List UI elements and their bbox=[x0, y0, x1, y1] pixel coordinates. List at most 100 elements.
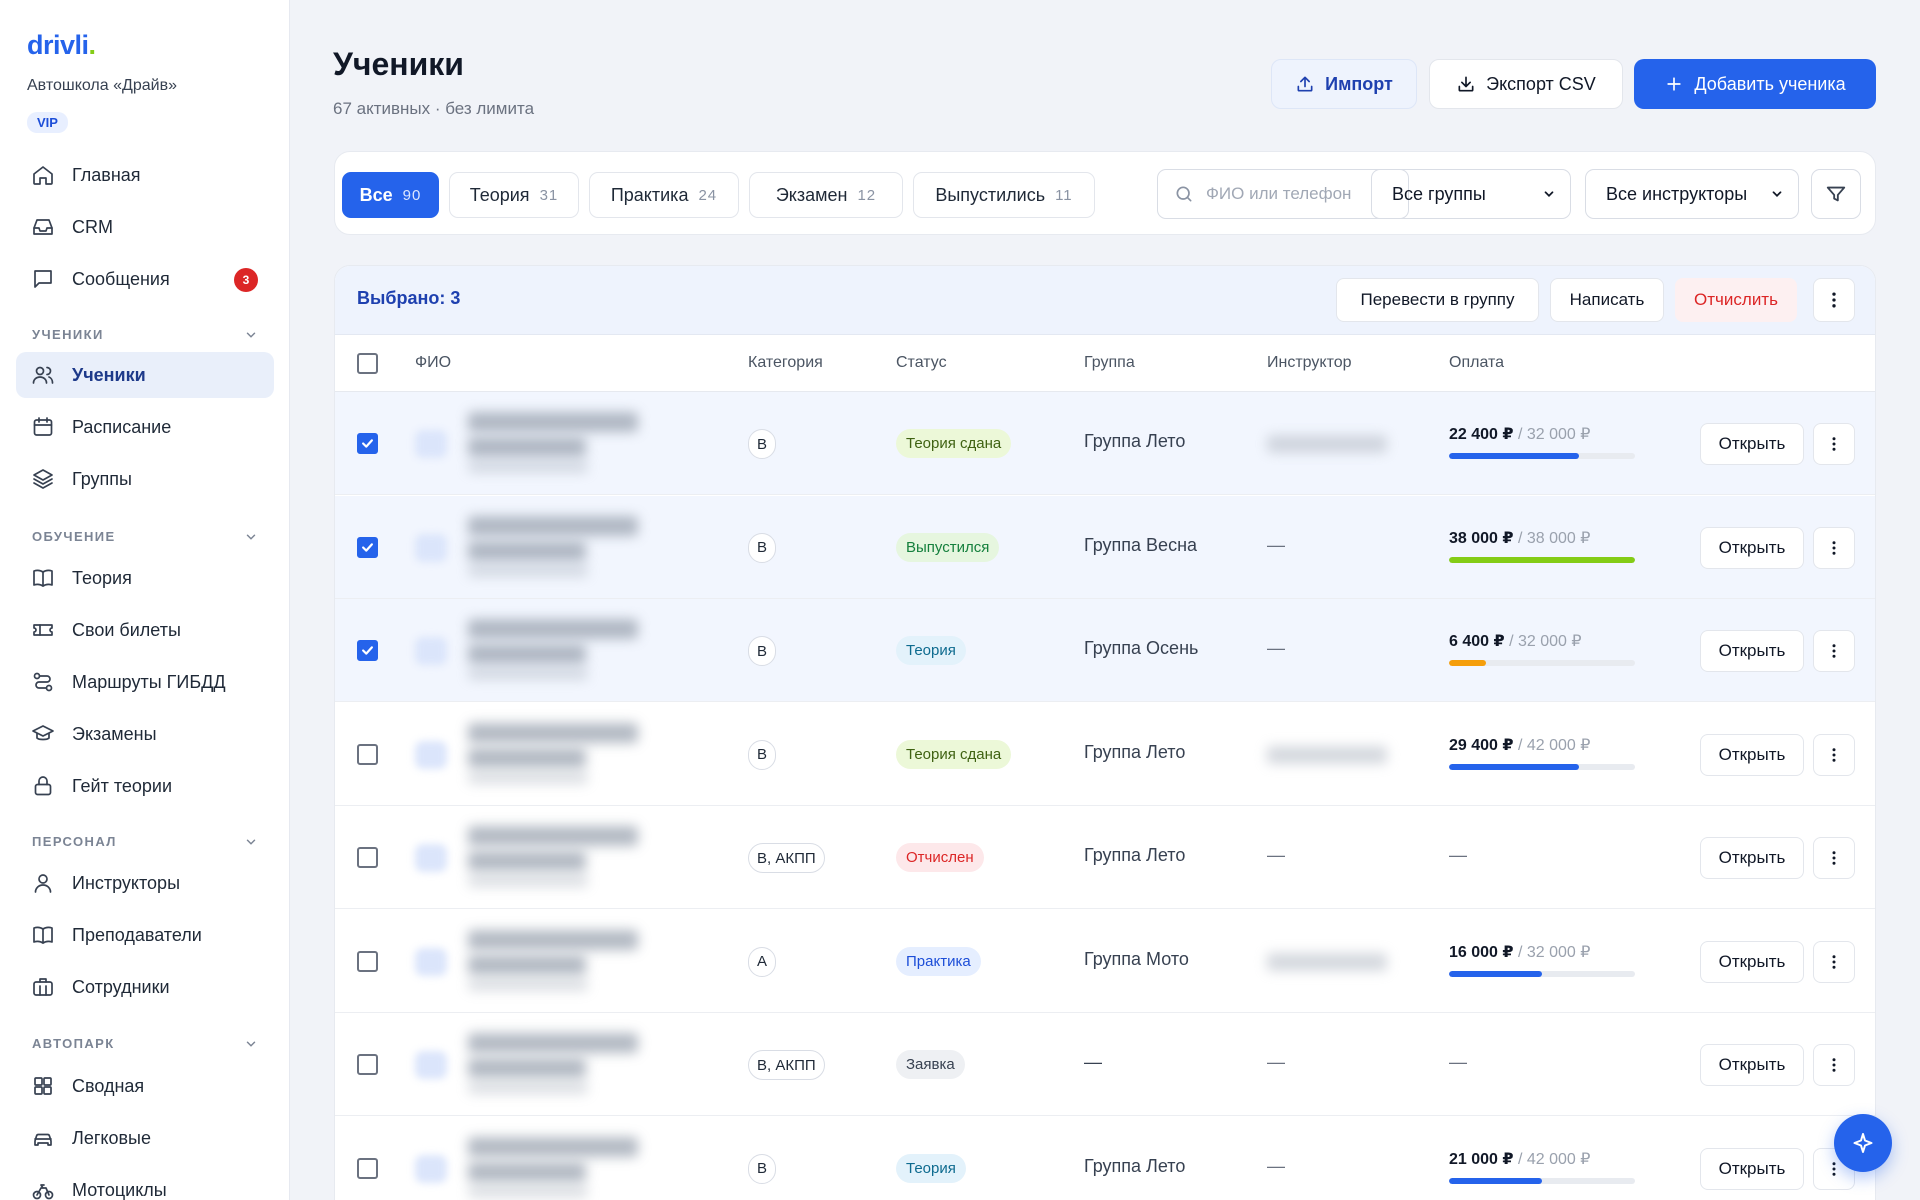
chip-count: 24 bbox=[698, 186, 718, 204]
sidebar-item[interactable]: Свои билеты bbox=[16, 607, 274, 653]
filter-chip[interactable]: Экзамен 12 bbox=[749, 172, 903, 218]
sidebar-item-label: Главная bbox=[72, 164, 141, 185]
table-row[interactable]: B Выпустился Группа Весна — 38 000 ₽ / 38 00… bbox=[335, 495, 1875, 599]
group-select[interactable]: Все группы bbox=[1371, 169, 1571, 219]
column-group[interactable]: Группа bbox=[1084, 354, 1135, 372]
instructor-name-redacted bbox=[1267, 745, 1387, 764]
row-checkbox[interactable] bbox=[357, 1054, 378, 1075]
sidebar-section-header[interactable]: АВТОПАРК bbox=[32, 1036, 258, 1051]
open-student-button[interactable]: Открыть bbox=[1700, 940, 1804, 983]
import-button[interactable]: Импорт bbox=[1271, 59, 1417, 109]
group-name: Группа Осень bbox=[1084, 638, 1199, 658]
category-badge: B bbox=[748, 532, 777, 563]
table-row[interactable]: A Практика Группа Мото 16 000 ₽ / 32 000 ₽ О… bbox=[335, 910, 1875, 1013]
column-status[interactable]: Статус bbox=[896, 354, 947, 372]
open-student-button[interactable]: Открыть bbox=[1700, 1147, 1804, 1190]
sidebar-item[interactable]: Экзамены bbox=[16, 711, 274, 757]
row-checkbox[interactable] bbox=[357, 950, 378, 972]
expel-button[interactable]: Отчислить bbox=[1675, 278, 1797, 322]
filter-chip[interactable]: Практика 24 bbox=[589, 172, 739, 218]
row-more-button[interactable] bbox=[1813, 1044, 1855, 1086]
row-more-button[interactable] bbox=[1813, 423, 1855, 465]
row-more-button[interactable] bbox=[1813, 630, 1855, 672]
write-message-button[interactable]: Написать bbox=[1550, 278, 1664, 322]
add-student-button[interactable]: Добавить ученика bbox=[1634, 59, 1876, 109]
filter-chip[interactable]: Теория 31 bbox=[449, 172, 579, 218]
selection-bar: Выбрано: 3 Перевести в группу Написать О… bbox=[335, 266, 1875, 335]
sidebar-item[interactable]: Расписание bbox=[16, 404, 274, 450]
assistant-fab-button[interactable] bbox=[1834, 1114, 1892, 1172]
instructor-select[interactable]: Все инструкторы bbox=[1585, 169, 1799, 219]
open-student-button[interactable]: Открыть bbox=[1700, 837, 1804, 879]
open-student-button[interactable]: Открыть bbox=[1700, 1044, 1804, 1086]
column-category[interactable]: Категория bbox=[748, 354, 823, 372]
select-all-checkbox[interactable] bbox=[357, 353, 378, 374]
row-checkbox[interactable] bbox=[357, 1157, 378, 1179]
sidebar-item[interactable]: Преподаватели bbox=[16, 912, 274, 958]
column-instructor[interactable]: Инструктор bbox=[1267, 354, 1352, 372]
users-icon bbox=[32, 366, 54, 384]
row-more-button[interactable] bbox=[1813, 940, 1855, 983]
filter-chip[interactable]: Все 90 bbox=[342, 172, 439, 218]
table-row[interactable]: B Теория Группа Лето — 21 000 ₽ / 42 000 ₽ От… bbox=[335, 1117, 1875, 1200]
student-name-redacted bbox=[468, 1136, 638, 1157]
row-checkbox[interactable] bbox=[357, 536, 378, 558]
sidebar-item[interactable]: Легковые bbox=[16, 1115, 274, 1161]
advanced-filter-button[interactable] bbox=[1811, 169, 1861, 219]
sidebar-section-header[interactable]: ОБУЧЕНИЕ bbox=[32, 529, 258, 544]
table-row[interactable]: B Теория сдана Группа Лето 29 400 ₽ / 42 00… bbox=[335, 703, 1875, 806]
sidebar-item[interactable]: Ученики bbox=[16, 352, 274, 398]
status-badge: Теория bbox=[896, 636, 966, 665]
row-checkbox[interactable] bbox=[357, 433, 378, 454]
unread-badge: 3 bbox=[234, 268, 258, 292]
row-more-button[interactable] bbox=[1813, 526, 1855, 569]
payment-amount: 6 400 ₽ / 32 000 ₽ bbox=[1449, 633, 1582, 650]
row-checkbox[interactable] bbox=[357, 743, 378, 765]
sidebar-item-label: Мотоциклы bbox=[72, 1179, 167, 1200]
payment-progress-fill bbox=[1449, 1177, 1542, 1184]
sidebar-item[interactable]: Гейт теории bbox=[16, 763, 274, 809]
open-student-button[interactable]: Открыть bbox=[1700, 733, 1804, 776]
selection-more-button[interactable] bbox=[1813, 278, 1855, 322]
sidebar-item[interactable]: Группы bbox=[16, 456, 274, 502]
column-payment[interactable]: Оплата bbox=[1449, 354, 1504, 372]
sidebar-item-label: CRM bbox=[72, 216, 113, 237]
table-row[interactable]: B, АКПП Заявка — — — Открыть bbox=[335, 1013, 1875, 1116]
sidebar-section-header[interactable]: ПЕРСОНАЛ bbox=[32, 834, 258, 849]
move-to-group-button[interactable]: Перевести в группу bbox=[1336, 278, 1539, 322]
sidebar-item[interactable]: Мотоциклы bbox=[16, 1167, 274, 1200]
open-student-button[interactable]: Открыть bbox=[1700, 526, 1804, 569]
instructor-name: — bbox=[1267, 638, 1285, 658]
table-row[interactable]: B Теория Группа Осень — 6 400 ₽ / 32 000 ₽ От… bbox=[335, 599, 1875, 702]
filter-chip[interactable]: Выпустились 11 bbox=[913, 172, 1095, 218]
section-title: ПЕРСОНАЛ bbox=[32, 834, 117, 849]
sidebar-item-inbox[interactable]: CRM bbox=[16, 204, 274, 250]
column-name[interactable]: ФИО bbox=[415, 354, 451, 372]
checkmark-icon bbox=[362, 646, 373, 655]
page-subtitle: 67 активных · без лимита bbox=[333, 99, 535, 118]
chip-label: Экзамен bbox=[775, 184, 848, 205]
export-csv-button[interactable]: Экспорт CSV bbox=[1429, 59, 1623, 109]
sidebar-item-home[interactable]: Главная bbox=[16, 152, 274, 198]
row-more-button[interactable] bbox=[1813, 733, 1855, 776]
sidebar-item[interactable]: Инструкторы bbox=[16, 860, 274, 906]
sidebar-section-header[interactable]: УЧЕНИКИ bbox=[32, 327, 258, 342]
table-row[interactable]: B Теория сдана Группа Лето 22 400 ₽ / 32 00… bbox=[335, 392, 1875, 495]
sidebar-item[interactable]: Маршруты ГИБДД bbox=[16, 659, 274, 705]
brand-logo[interactable]: drivli. bbox=[27, 30, 96, 61]
row-checkbox[interactable] bbox=[357, 640, 378, 661]
avatar bbox=[415, 430, 447, 458]
sidebar-item-message[interactable]: Сообщения 3 bbox=[16, 256, 274, 302]
sparkle-icon bbox=[1853, 1133, 1873, 1153]
open-student-button[interactable]: Открыть bbox=[1700, 423, 1804, 465]
open-student-button[interactable]: Открыть bbox=[1700, 630, 1804, 672]
payment-progress-fill bbox=[1449, 556, 1635, 563]
sidebar-item[interactable]: Сводная bbox=[16, 1063, 274, 1109]
category-badge: B bbox=[748, 739, 777, 770]
table-row[interactable]: B, АКПП Отчислен Группа Лето — — Открыть bbox=[335, 806, 1875, 909]
row-more-button[interactable] bbox=[1813, 837, 1855, 879]
row-checkbox[interactable] bbox=[357, 847, 378, 868]
sidebar-item[interactable]: Сотрудники bbox=[16, 964, 274, 1010]
sidebar-item[interactable]: Теория bbox=[16, 555, 274, 601]
chevron-down-icon bbox=[246, 1041, 256, 1047]
